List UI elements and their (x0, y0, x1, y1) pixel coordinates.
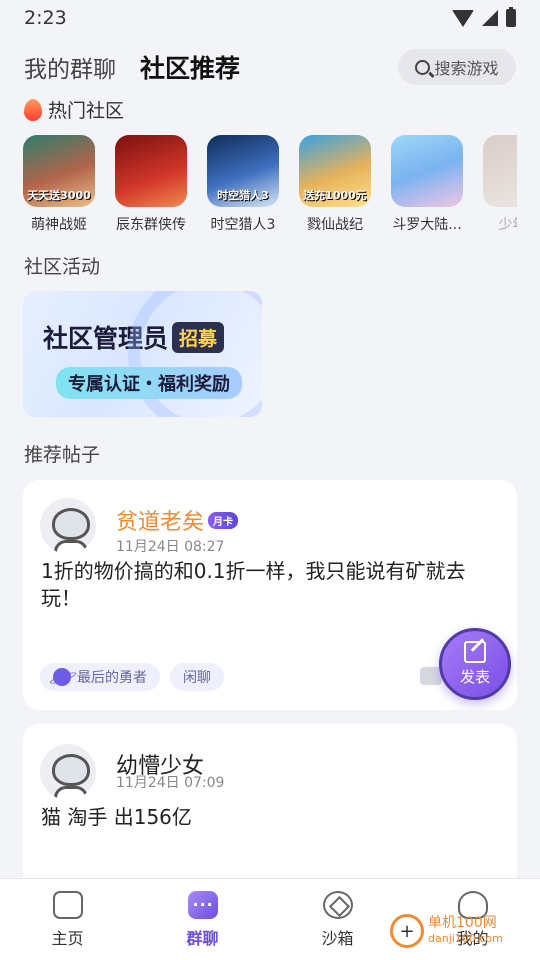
status-time: 2:23 (24, 7, 67, 29)
banner-title: 社区管理员 (43, 324, 169, 353)
post-author[interactable]: 贫道老矣 月卡 (116, 504, 239, 536)
search-icon (415, 59, 431, 75)
status-bar: 2:23 (0, 0, 540, 36)
community-item[interactable]: 少年... (483, 135, 517, 235)
nav-sandbox[interactable]: 沙箱 (270, 879, 405, 960)
tag-label: 闲聊 (183, 670, 211, 686)
watermark-text: 单机100网 danji100.com (428, 916, 503, 946)
watermark: + 单机100网 danji100.com (390, 914, 503, 948)
activity-banner[interactable]: 社区管理员 招募 专属认证・福利奖励 (23, 291, 262, 417)
community-name: 斗罗大陆... (392, 217, 462, 233)
nav-label: 群聊 (186, 928, 219, 948)
game-icon (483, 135, 517, 207)
banner-subtitle: 专属认证・福利奖励 (56, 367, 242, 399)
month-card-badge: 月卡 (208, 511, 239, 529)
hot-communities-label: 热门社区 (48, 100, 125, 122)
watermark-title: 单机100网 (428, 915, 497, 931)
tab-my-groups[interactable]: 我的群聊 (24, 50, 116, 84)
post-time: 11月24日 08:27 (116, 539, 225, 555)
watermark-logo-icon: + (390, 914, 424, 948)
author-name: 贫道老矣 (116, 510, 205, 535)
publish-button[interactable]: 发表 (439, 628, 511, 700)
posts-section-title: 推荐帖子 (24, 444, 101, 466)
game-icon: 时空猎人3 (207, 135, 279, 207)
post-tags: 最后的勇者 闲聊 (40, 663, 224, 691)
hot-communities-list: 天天送3000 萌神战姬 辰东群侠传 时空猎人3 时空猎人3 送充1000元 戮… (23, 135, 517, 235)
game-icon: 送充1000元 (299, 135, 371, 207)
box-icon (322, 890, 353, 919)
fire-icon (24, 98, 42, 121)
status-icons (452, 7, 516, 27)
header: 我的群聊 社区推荐 搜索游戏 (24, 46, 516, 88)
signal-icon (482, 10, 498, 26)
gamepad-icon (52, 890, 83, 919)
post-text: 猫 淘手 出156亿 (41, 805, 192, 829)
banner-tag: 招募 (172, 321, 225, 353)
watermark-url: danji100.com (428, 932, 503, 945)
avatar[interactable] (40, 744, 96, 800)
tab-community-recommend[interactable]: 社区推荐 (140, 49, 240, 85)
community-name: 时空猎人3 (210, 217, 276, 233)
community-name: 萌神战姬 (31, 217, 87, 233)
community-item[interactable]: 斗罗大陆... (391, 135, 463, 235)
community-name: 戮仙战纪 (307, 217, 363, 233)
hot-communities-title: 热门社区 (24, 96, 124, 123)
wifi-icon (452, 9, 474, 27)
post-text: 1折的物价搞的和0.1折一样，我只能说有矿就去玩！ (41, 559, 466, 610)
game-badge: 送充1000元 (303, 189, 367, 202)
banner-headline: 社区管理员 招募 (43, 319, 225, 355)
nav-label: 沙箱 (321, 928, 354, 948)
game-icon: 天天送3000 (23, 135, 95, 207)
publish-label: 发表 (459, 668, 490, 686)
community-item[interactable]: 时空猎人3 时空猎人3 (207, 135, 279, 235)
nav-group-chat[interactable]: 群聊 (135, 879, 270, 960)
nav-label: 主页 (51, 928, 84, 948)
pen-icon (464, 641, 486, 663)
community-item[interactable]: 辰东群侠传 (115, 135, 187, 235)
post-card[interactable]: 幼懵少女 11月24日 07:09 猫 淘手 出156亿 (23, 724, 517, 894)
planet-icon (53, 668, 71, 686)
tag-label: 最后的勇者 (77, 670, 147, 686)
community-name: 辰东群侠传 (116, 217, 186, 233)
community-item[interactable]: 天天送3000 萌神战姬 (23, 135, 95, 235)
avatar[interactable] (40, 498, 96, 554)
tag-game[interactable]: 最后的勇者 (40, 663, 160, 691)
chat-icon (187, 890, 218, 919)
nav-home[interactable]: 主页 (0, 879, 135, 960)
post-time: 11月24日 07:09 (116, 775, 225, 791)
search-placeholder: 搜索游戏 (434, 59, 499, 78)
battery-icon (506, 7, 516, 27)
game-badge: 天天送3000 (27, 189, 91, 202)
activities-title: 社区活动 (24, 256, 101, 278)
community-item[interactable]: 送充1000元 戮仙战纪 (299, 135, 371, 235)
game-badge: 时空猎人3 (217, 189, 269, 202)
community-name: 少年... (498, 217, 517, 233)
game-icon (391, 135, 463, 207)
search-button[interactable]: 搜索游戏 (398, 49, 516, 85)
tag-topic[interactable]: 闲聊 (170, 663, 224, 691)
game-icon (115, 135, 187, 207)
